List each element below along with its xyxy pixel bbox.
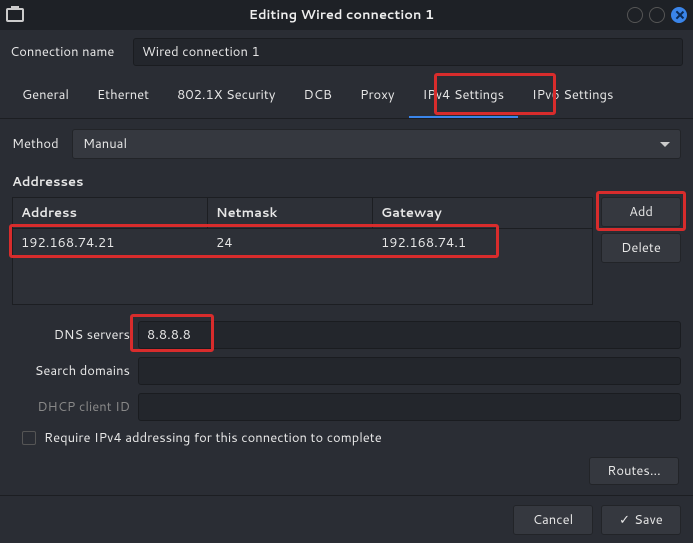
dhcp-client-id-row: DHCP client ID [12,393,681,421]
titlebar: Editing Wired connection 1 [0,0,693,30]
routes-row: Routes… [12,457,681,485]
routes-button[interactable]: Routes… [589,457,679,485]
tabs: General Ethernet 802.1X Security DCB Pro… [0,76,693,119]
dns-label: DNS servers [12,326,132,344]
maximize-icon[interactable] [649,7,665,23]
method-label: Method [12,135,64,153]
tab-general[interactable]: General [8,76,83,118]
window-controls [617,7,687,23]
tab-proxy[interactable]: Proxy [346,76,409,118]
delete-button[interactable]: Delete [601,233,681,263]
save-label: Save [634,511,663,529]
dns-row: DNS servers [12,321,681,349]
dns-input[interactable] [138,321,681,349]
minimize-icon[interactable] [627,7,643,23]
window-title: Editing Wired connection 1 [66,6,617,24]
require-ipv4-checkbox[interactable] [22,431,36,445]
method-row: Method Manual [12,129,681,159]
dialog-footer: Cancel ✓ Save [0,495,693,543]
search-domains-row: Search domains [12,357,681,385]
close-icon[interactable] [671,7,687,23]
connection-name-label: Connection name [10,43,125,61]
dhcp-client-id-label: DHCP client ID [12,398,132,416]
cell-address: 192.168.74.21 [13,229,208,257]
addresses-header-row: Address Netmask Gateway [13,198,592,229]
cell-netmask: 24 [208,229,373,257]
col-address: Address [13,198,208,228]
titlebar-icon-area [6,8,66,22]
addresses-heading: Addresses [12,173,681,191]
addresses-area: Address Netmask Gateway 192.168.74.21 24… [12,197,681,305]
method-value: Manual [83,135,127,153]
add-button[interactable]: Add [601,197,681,227]
save-button[interactable]: ✓ Save [601,505,681,535]
tab-dcb[interactable]: DCB [290,76,346,118]
method-select[interactable]: Manual [72,129,681,159]
form-area: DNS servers Search domains DHCP client I… [12,321,681,485]
require-ipv4-label: Require IPv4 addressing for this connect… [44,429,382,447]
tab-ipv4-settings[interactable]: IPv4 Settings [409,76,518,118]
addresses-table: Address Netmask Gateway 192.168.74.21 24… [12,197,593,305]
connection-name-input[interactable] [133,38,683,66]
table-row[interactable]: 192.168.74.21 24 192.168.74.1 [13,229,592,257]
search-domains-input[interactable] [138,357,681,385]
require-ipv4-row: Require IPv4 addressing for this connect… [12,429,681,447]
dhcp-client-id-input[interactable] [138,393,681,421]
ipv4-content: Method Manual Addresses Address Netmask … [0,119,693,485]
col-gateway: Gateway [373,198,592,228]
search-domains-label: Search domains [12,362,132,380]
cancel-button[interactable]: Cancel [513,505,593,535]
cell-gateway: 192.168.74.1 [373,229,592,257]
app-icon [6,8,24,22]
col-netmask: Netmask [208,198,373,228]
tab-security[interactable]: 802.1X Security [163,76,289,118]
tab-ethernet[interactable]: Ethernet [83,76,163,118]
connection-name-row: Connection name [0,30,693,76]
check-icon: ✓ [619,511,630,529]
chevron-down-icon [660,142,670,147]
addresses-buttons: Add Delete [601,197,681,305]
tab-ipv6-settings[interactable]: IPv6 Settings [518,76,627,118]
